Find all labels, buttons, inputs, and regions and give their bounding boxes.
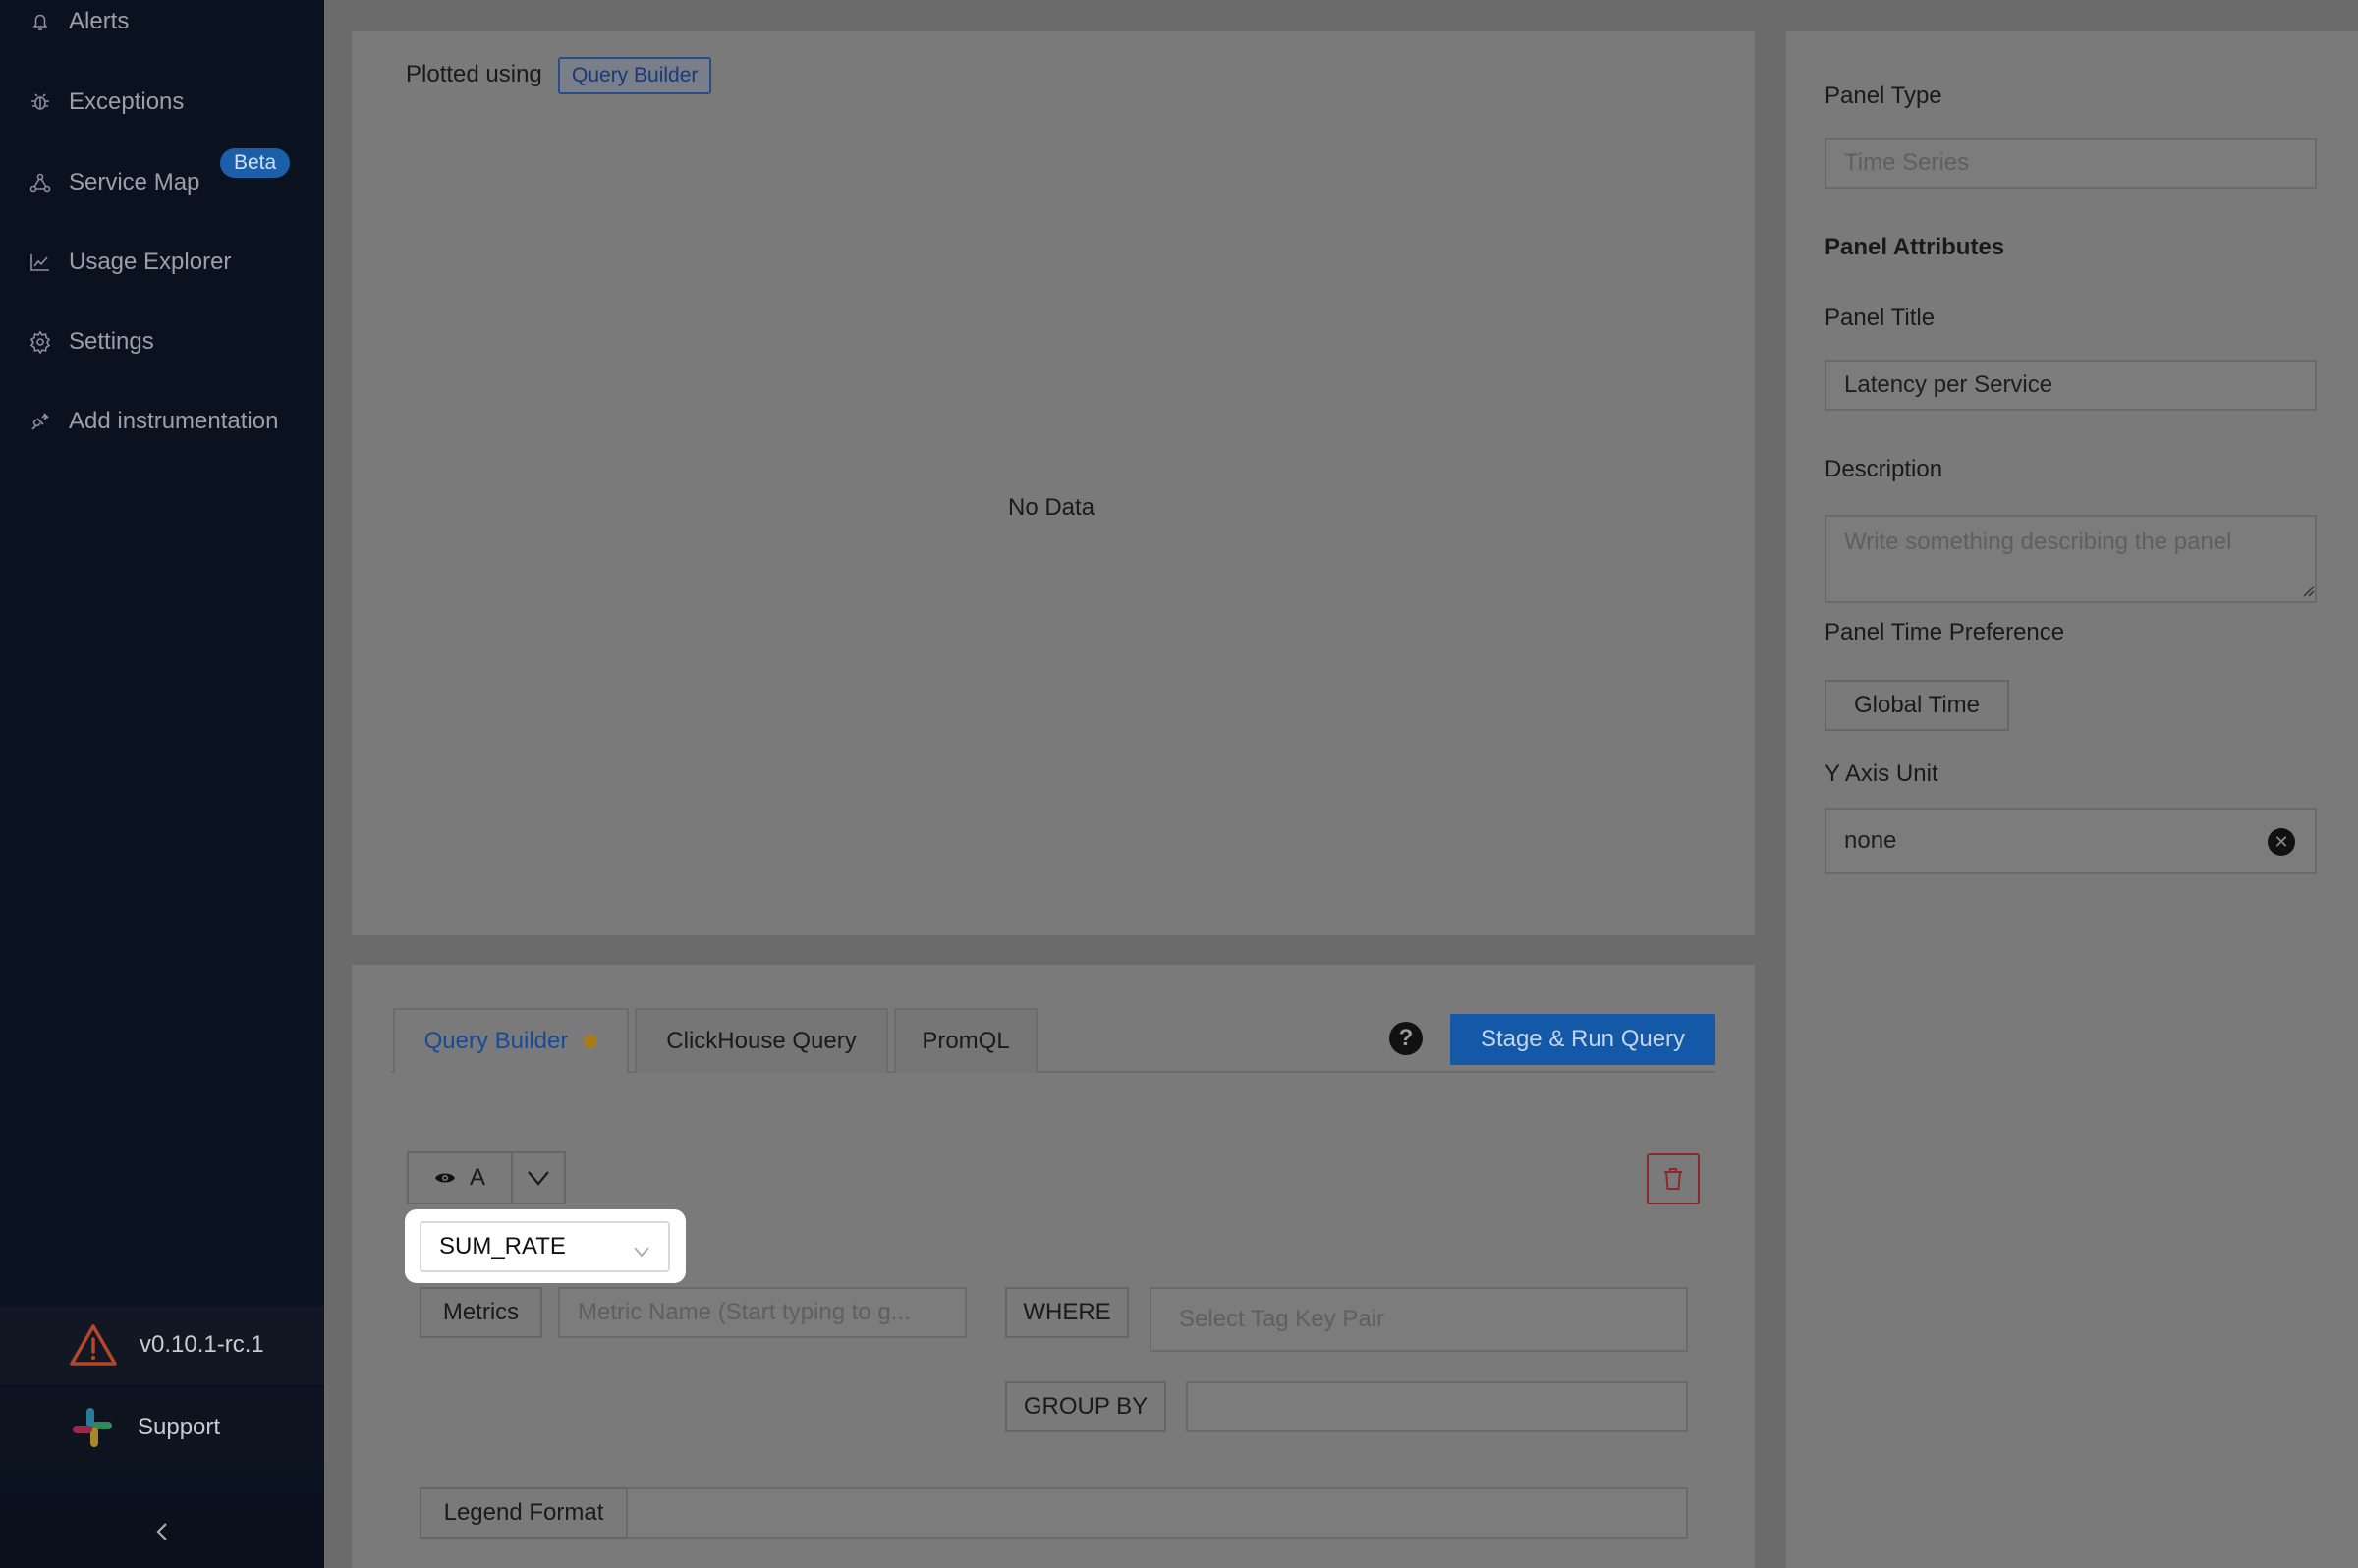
resize-handle-icon[interactable] [2299,582,2315,597]
chevron-down-icon [633,1237,650,1264]
support-link[interactable]: Support [0,1387,324,1468]
stage-run-query-button[interactable]: Stage & Run Query [1450,1014,1715,1065]
time-preference-button[interactable]: Global Time [1825,680,2009,731]
aggregate-operator-select[interactable]: SUM_RATE [420,1221,670,1272]
tag-key-pair-input[interactable]: Select Tag Key Pair [1150,1287,1688,1352]
panel-title-label: Panel Title [1825,305,1936,331]
panel-type-label: Panel Type [1825,83,1942,109]
panel-type-select[interactable]: Time Series [1825,138,2317,189]
clear-icon[interactable]: ✕ [2268,828,2295,856]
panel-time-preference-label: Panel Time Preference [1825,619,2065,645]
collapse-sidebar-button[interactable] [0,1495,324,1568]
network-icon [28,170,53,196]
sidebar-item-add-instrumentation[interactable]: Add instrumentation [28,402,278,441]
description-textarea[interactable]: Write something describing the panel [1825,515,2317,603]
sidebar-item-label: Settings [69,328,154,355]
sidebar-item-settings[interactable]: Settings [28,322,154,362]
y-axis-unit-label: Y Axis Unit [1825,760,1938,787]
sidebar-item-usage-explorer[interactable]: Usage Explorer [28,243,231,282]
line-chart-icon [28,250,53,275]
chevron-down-icon [527,1170,550,1186]
metrics-label: Metrics [420,1287,542,1338]
y-axis-unit-select[interactable]: none [1825,808,2317,874]
sidebar-item-exceptions[interactable]: Exceptions [28,83,184,122]
trash-icon [1661,1166,1685,1192]
tab-label: ClickHouse Query [666,1028,857,1054]
gear-icon [28,329,53,355]
chart-panel [352,31,1755,935]
query-visibility-toggle[interactable]: A [407,1151,513,1204]
plotted-using-label: Plotted using [406,61,542,87]
bell-icon [28,9,53,34]
sidebar-item-label: Usage Explorer [69,249,232,275]
query-collapse-button[interactable] [511,1151,566,1204]
legend-format-input[interactable] [626,1487,1688,1539]
version-bar[interactable]: v0.10.1-rc.1 [0,1306,324,1384]
legend-format-label: Legend Format [420,1487,628,1539]
plug-icon [28,409,53,434]
sidebar-item-label: Alerts [69,8,130,34]
description-label: Description [1825,456,1943,482]
group-by-input[interactable] [1186,1381,1688,1432]
tab-clickhouse-query[interactable]: ClickHouse Query [635,1008,888,1073]
version-text: v0.10.1-rc.1 [140,1331,264,1358]
no-data-text: No Data [1008,494,1095,521]
metric-name-input[interactable]: Metric Name (Start typing to g... [558,1287,967,1338]
sidebar-item-label: Service Map [69,169,200,196]
sidebar-item-service-map[interactable]: Service Map [28,163,199,202]
support-label: Support [138,1414,221,1440]
plotted-using-tag: Query Builder [558,57,712,94]
tab-label: Query Builder [423,1028,569,1054]
bug-icon [28,89,53,115]
sidebar: Alerts Exceptions Service Map Beta Usage… [0,0,324,1568]
unsaved-dot-icon [584,1035,598,1048]
tab-query-builder[interactable]: Query Builder [393,1008,629,1073]
tab-label: PromQL [922,1028,1010,1054]
tab-promql[interactable]: PromQL [894,1008,1038,1073]
query-name: A [469,1164,485,1191]
delete-query-button[interactable] [1647,1153,1700,1204]
beta-badge: Beta [220,148,291,178]
help-icon[interactable]: ? [1389,1022,1423,1055]
sidebar-item-label: Add instrumentation [69,408,279,434]
sidebar-item-alerts[interactable]: Alerts [28,2,129,41]
chevron-left-icon [152,1520,172,1543]
sidebar-item-label: Exceptions [69,88,185,115]
eye-icon [434,1170,456,1186]
where-label: WHERE [1005,1287,1129,1338]
group-by-label: GROUP BY [1005,1381,1166,1432]
panel-attributes-heading: Panel Attributes [1825,234,2005,260]
panel-title-input[interactable]: Latency per Service [1825,360,2317,411]
slack-icon [69,1404,116,1451]
warning-icon [69,1323,118,1367]
panel-settings [1786,31,2358,1568]
aggregate-value: SUM_RATE [439,1233,566,1260]
